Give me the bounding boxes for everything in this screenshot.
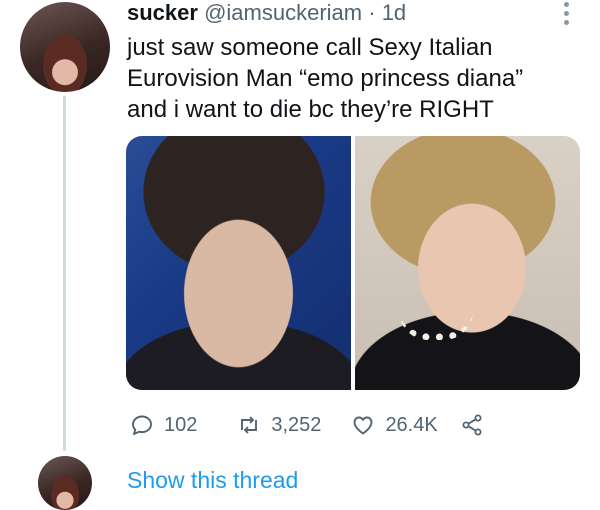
share-icon <box>462 414 482 436</box>
author-avatar[interactable] <box>20 2 110 92</box>
thread-author-avatar[interactable] <box>38 456 92 510</box>
tweet-action-bar: 102 3,252 26.4K <box>130 410 484 440</box>
tweet-text: just saw someone call Sexy Italian Eurov… <box>127 32 567 125</box>
heart-icon <box>353 416 373 435</box>
tweet-text-line: just saw someone call Sexy Italian <box>127 34 493 61</box>
author-handle[interactable]: @iamsuckeriam <box>204 0 362 25</box>
retweet-count: 3,252 <box>271 413 322 436</box>
reply-count: 102 <box>164 413 198 436</box>
tweet-timestamp[interactable]: 1d <box>382 0 406 25</box>
tweet-header: sucker @iamsuckeriam · 1d <box>127 0 406 26</box>
reply-icon <box>132 415 152 435</box>
tweet-media-grid <box>126 136 580 390</box>
media-photo-right[interactable] <box>355 136 580 390</box>
separator-dot: · <box>368 0 376 25</box>
show-thread-link[interactable]: Show this thread <box>127 467 298 494</box>
author-name[interactable]: sucker <box>127 0 198 25</box>
like-count: 26.4K <box>385 413 438 436</box>
pearl-necklace-detail <box>399 311 473 340</box>
share-button[interactable] <box>460 413 484 437</box>
retweet-button[interactable]: 3,252 <box>237 413 321 437</box>
thread-connector-line <box>63 96 66 451</box>
tweet-text-line: Eurovision Man “emo princess diana” <box>127 65 524 92</box>
tweet-text-line: and i want to die bc they’re RIGHT <box>127 96 494 123</box>
reply-button[interactable]: 102 <box>130 413 197 437</box>
more-options-icon[interactable] <box>556 0 576 26</box>
like-button[interactable]: 26.4K <box>351 413 438 437</box>
retweet-icon <box>241 416 258 434</box>
media-photo-left[interactable] <box>126 136 351 390</box>
